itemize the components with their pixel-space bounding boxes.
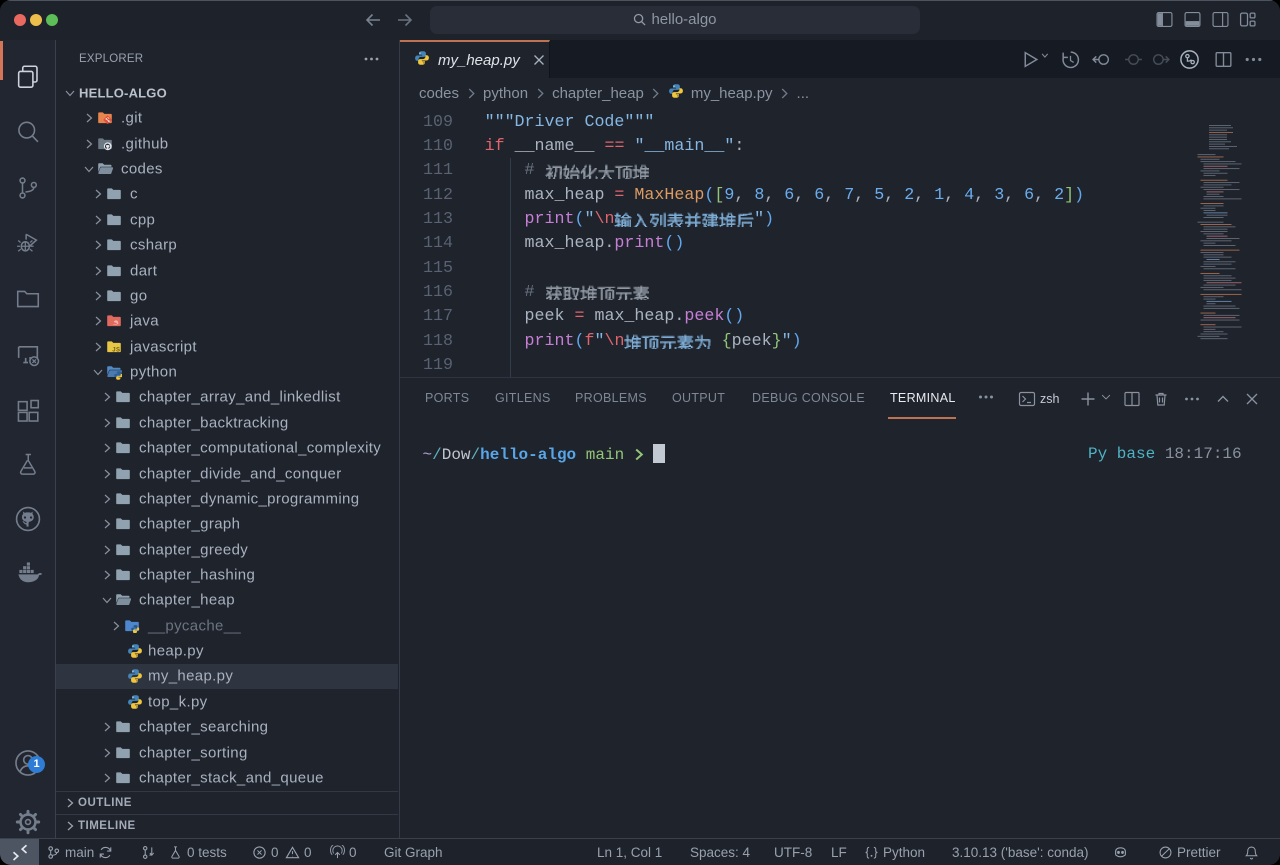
svg-text:JS: JS	[112, 347, 120, 353]
